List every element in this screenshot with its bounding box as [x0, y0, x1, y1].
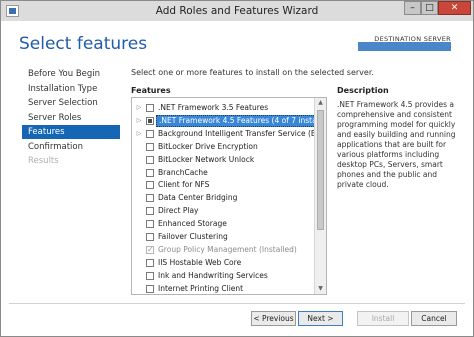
feature-checkbox — [146, 244, 154, 256]
feature-label: Direct Play — [158, 206, 199, 216]
feature-label: Background Intelligent Transfer Service … — [158, 128, 327, 138]
feature-label: Ink and Handwriting Services — [158, 270, 268, 280]
install-button[interactable]: Install — [357, 311, 409, 326]
feature-row[interactable]: Client for NFS — [132, 179, 313, 191]
feature-checkbox[interactable] — [146, 220, 154, 229]
page-title: Select features — [19, 34, 148, 54]
feature-checkbox[interactable] — [146, 142, 154, 151]
feature-row[interactable]: Ink and Handwriting Services — [132, 270, 313, 282]
close-button[interactable]: ✕ — [438, 1, 471, 15]
destination-server-name — [358, 42, 451, 51]
nav-item[interactable]: Server Roles — [22, 111, 120, 125]
minimize-button[interactable]: – — [404, 1, 421, 15]
nav-item[interactable]: Server Selection — [22, 96, 120, 110]
nav-item[interactable]: Confirmation — [22, 140, 120, 154]
feature-label: BitLocker Drive Encryption — [158, 141, 258, 151]
title-bar[interactable]: Add Roles and Features Wizard – □ ✕ — [1, 1, 473, 21]
feature-row[interactable]: Enhanced Storage — [132, 218, 313, 230]
feature-row[interactable]: Group Policy Management (Installed) — [132, 244, 313, 256]
feature-label: Internet Printing Client — [158, 283, 244, 293]
feature-row[interactable]: ▷ .NET Framework 4.5 Features (4 of 7 ins… — [132, 114, 326, 127]
feature-row[interactable]: ▷ .NET Framework 3.5 Features — [132, 102, 313, 114]
description-text: .NET Framework 4.5 provides a comprehens… — [337, 100, 456, 189]
expand-arrow-icon[interactable]: ▷ — [135, 128, 143, 140]
next-button[interactable]: Next > — [298, 311, 343, 326]
feature-label: IIS Hostable Web Core — [158, 257, 242, 267]
feature-label: Failover Clustering — [158, 232, 228, 241]
scrollbar-thumb[interactable] — [317, 110, 324, 230]
feature-label: Data Center Bridging — [158, 193, 238, 203]
feature-checkbox[interactable] — [146, 116, 154, 125]
feature-row[interactable]: ▷ Background Intelligent Transfer Service… — [132, 128, 326, 140]
previous-button[interactable]: < Previous — [251, 311, 296, 326]
feature-label: .NET Framework 4.5 Features (4 of 7 inst… — [156, 114, 326, 127]
footer-divider — [9, 303, 465, 304]
feature-checkbox[interactable] — [146, 104, 154, 112]
feature-row[interactable]: Direct Play — [132, 205, 313, 217]
feature-checkbox[interactable] — [146, 181, 154, 190]
feature-label: BitLocker Network Unlock — [158, 154, 255, 164]
feature-row[interactable]: Internet Printing Client — [132, 283, 313, 294]
feature-checkbox[interactable] — [146, 194, 154, 203]
features-heading: Features — [131, 86, 171, 95]
scroll-up-arrow-icon[interactable]: ▲ — [315, 98, 326, 108]
feature-checkbox[interactable] — [146, 258, 154, 267]
window-title: Add Roles and Features Wizard — [155, 5, 319, 17]
expand-arrow-icon[interactable]: ▷ — [135, 115, 143, 127]
feature-checkbox[interactable] — [146, 129, 154, 138]
feature-checkbox[interactable] — [146, 271, 154, 280]
expand-arrow-icon[interactable]: ▷ — [135, 102, 143, 114]
feature-label: Client for NFS — [158, 180, 210, 190]
feature-row[interactable]: BitLocker Drive Encryption — [132, 141, 313, 153]
feature-checkbox[interactable] — [146, 284, 154, 293]
maximize-button[interactable]: □ — [421, 1, 438, 15]
wizard-nav: Before You Begin Installation Type Server … — [22, 67, 120, 169]
features-tree[interactable]: ▷ .NET Framework 3.5 Features ▷ .NET Framew… — [131, 97, 327, 295]
nav-item[interactable]: Installation Type — [22, 82, 120, 96]
scroll-down-arrow-icon[interactable]: ▼ — [315, 284, 326, 294]
feature-row[interactable]: IIS Hostable Web Core — [132, 257, 313, 269]
description-heading: Description — [337, 86, 389, 95]
vertical-scrollbar[interactable]: ▲ ▼ — [314, 98, 326, 294]
feature-checkbox[interactable] — [146, 207, 154, 216]
nav-item[interactable]: Before You Begin — [22, 67, 120, 81]
nav-item[interactable]: Features — [22, 125, 120, 139]
feature-checkbox[interactable] — [146, 233, 154, 241]
wizard-window: Add Roles and Features Wizard – □ ✕ Sele… — [0, 0, 474, 337]
feature-row[interactable]: BitLocker Network Unlock — [132, 154, 313, 166]
feature-label: Enhanced Storage — [158, 219, 227, 229]
feature-row[interactable]: BranchCache — [132, 167, 313, 179]
cancel-button[interactable]: Cancel — [411, 311, 457, 326]
feature-label: BranchCache — [158, 167, 208, 177]
feature-label: Group Policy Management (Installed) — [158, 244, 297, 254]
feature-checkbox[interactable] — [146, 168, 154, 177]
feature-label: .NET Framework 3.5 Features — [158, 103, 269, 112]
feature-row[interactable]: Failover Clustering — [132, 231, 313, 243]
feature-row[interactable]: Data Center Bridging — [132, 192, 313, 204]
feature-checkbox[interactable] — [146, 155, 154, 164]
nav-item: Results — [28, 156, 59, 166]
instruction-text: Select one or more features to install o… — [131, 68, 374, 77]
